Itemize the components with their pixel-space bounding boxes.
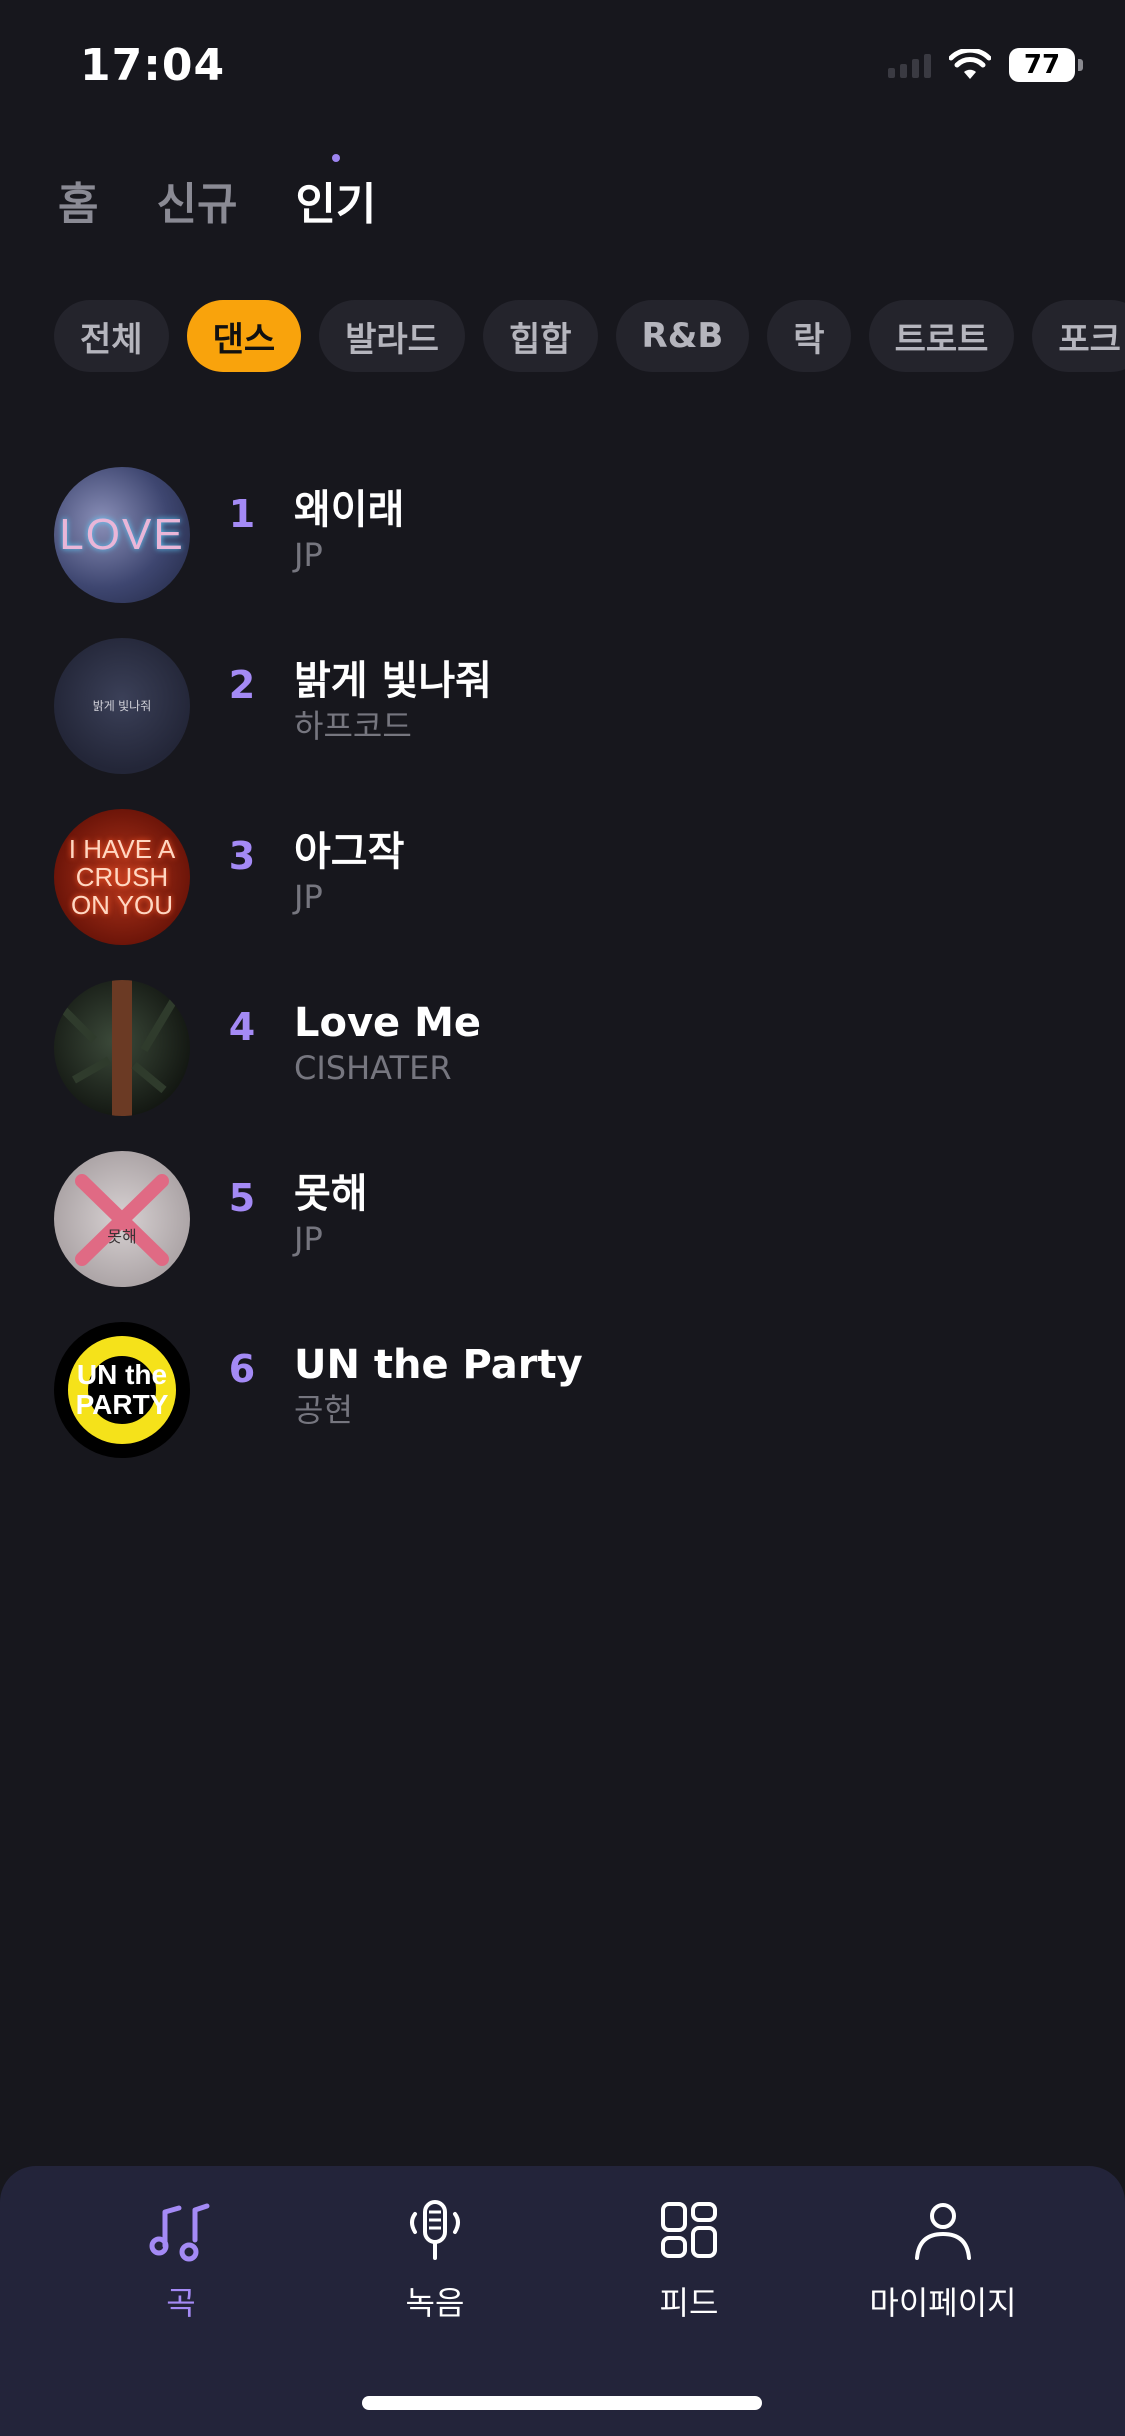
tab-new[interactable]: 신규 xyxy=(156,168,237,232)
song-rank: 1 xyxy=(228,491,256,536)
song-artist: 공현 xyxy=(294,1390,353,1429)
status-time: 17:04 xyxy=(80,40,226,91)
nav-songs[interactable]: 곡 xyxy=(56,2196,306,2324)
album-cover: I HAVE A CRUSH ON YOU xyxy=(54,808,190,945)
grid-icon xyxy=(661,2202,717,2258)
song-row[interactable]: LOVE 1 왜이래 JP xyxy=(54,449,1094,620)
song-row[interactable]: 밝게 빛나줘 2 밝게 빛나줘 하프코드 xyxy=(54,620,1094,791)
song-artist: 하프코드 xyxy=(294,706,412,745)
album-cover: 밝게 빛나줘 xyxy=(54,637,190,774)
song-list: LOVE 1 왜이래 JP 밝게 빛나줘 2 밝게 빛나줘 하프코드 I HAV… xyxy=(54,449,1094,1475)
song-rank: 4 xyxy=(228,1004,256,1049)
nav-label: 곡 xyxy=(166,2284,196,2322)
home-indicator xyxy=(362,2396,762,2410)
song-artist: CISHATER xyxy=(294,1048,452,1087)
song-rank: 5 xyxy=(228,1175,256,1220)
genre-chip-rock[interactable]: 락 xyxy=(767,300,851,372)
song-row[interactable]: UN the PARTY 6 UN the Party 공현 xyxy=(54,1304,1094,1475)
microphone-icon xyxy=(410,2200,460,2260)
nav-label: 녹음 xyxy=(405,2284,465,2322)
album-cover: 못해 xyxy=(54,1150,190,1287)
song-row[interactable]: I HAVE A CRUSH ON YOU 3 아그작 JP xyxy=(54,791,1094,962)
song-title: UN the Party xyxy=(294,1341,583,1388)
album-cover: UN the PARTY xyxy=(54,1321,190,1458)
song-artist: JP xyxy=(294,535,323,574)
status-icons: 77 xyxy=(888,48,1083,82)
song-row[interactable]: 4 Love Me CISHATER xyxy=(54,962,1094,1133)
genre-chip-folk[interactable]: 포크 xyxy=(1032,300,1125,372)
album-cover xyxy=(54,979,190,1116)
song-artist: JP xyxy=(294,877,323,916)
song-title: 못해 xyxy=(294,1170,368,1217)
tab-popular[interactable]: 인기 xyxy=(295,154,376,232)
tree-artwork xyxy=(61,979,178,1116)
genre-filter-bar: 전체 댄스 발라드 힙합 R&B 락 트로트 포크 xyxy=(54,300,1125,372)
tab-home[interactable]: 홈 xyxy=(58,168,98,232)
screen: 17:04 77 홈 신규 인기 전체 댄스 발라드 힙합 R&B 락 트로트 … xyxy=(0,0,1125,2436)
genre-chip-rnb[interactable]: R&B xyxy=(615,300,750,372)
song-title: 밝게 빛나줘 xyxy=(294,657,492,704)
song-title: 아그작 xyxy=(294,828,405,875)
music-notes-icon xyxy=(149,2203,210,2262)
song-rank: 2 xyxy=(228,662,256,707)
genre-chip-dance[interactable]: 댄스 xyxy=(186,300,302,372)
genre-chip-all[interactable]: 전체 xyxy=(54,300,169,372)
cellular-signal-icon xyxy=(888,52,931,78)
top-tabs: 홈 신규 인기 xyxy=(58,154,376,232)
nav-mypage[interactable]: 마이페이지 xyxy=(818,2196,1068,2324)
genre-chip-hiphop[interactable]: 힙합 xyxy=(482,300,598,372)
song-artist: JP xyxy=(294,1219,323,1258)
album-cover: LOVE xyxy=(54,466,190,603)
nav-feed[interactable]: 피드 xyxy=(564,2196,814,2324)
battery-icon: 77 xyxy=(1009,48,1083,82)
genre-chip-ballad[interactable]: 발라드 xyxy=(319,300,465,372)
genre-chip-trot[interactable]: 트로트 xyxy=(868,300,1015,372)
song-rank: 6 xyxy=(228,1346,256,1391)
nav-label: 마이페이지 xyxy=(869,2284,1017,2322)
song-rank: 3 xyxy=(228,833,256,878)
song-title: 왜이래 xyxy=(294,486,405,533)
song-title: Love Me xyxy=(294,999,482,1046)
wifi-icon xyxy=(949,49,991,79)
nav-record[interactable]: 녹음 xyxy=(310,2196,560,2324)
person-icon xyxy=(915,2203,971,2260)
song-row[interactable]: 못해 5 못해 JP xyxy=(54,1133,1094,1304)
nav-label: 피드 xyxy=(659,2284,719,2322)
battery-level: 77 xyxy=(1009,48,1075,82)
